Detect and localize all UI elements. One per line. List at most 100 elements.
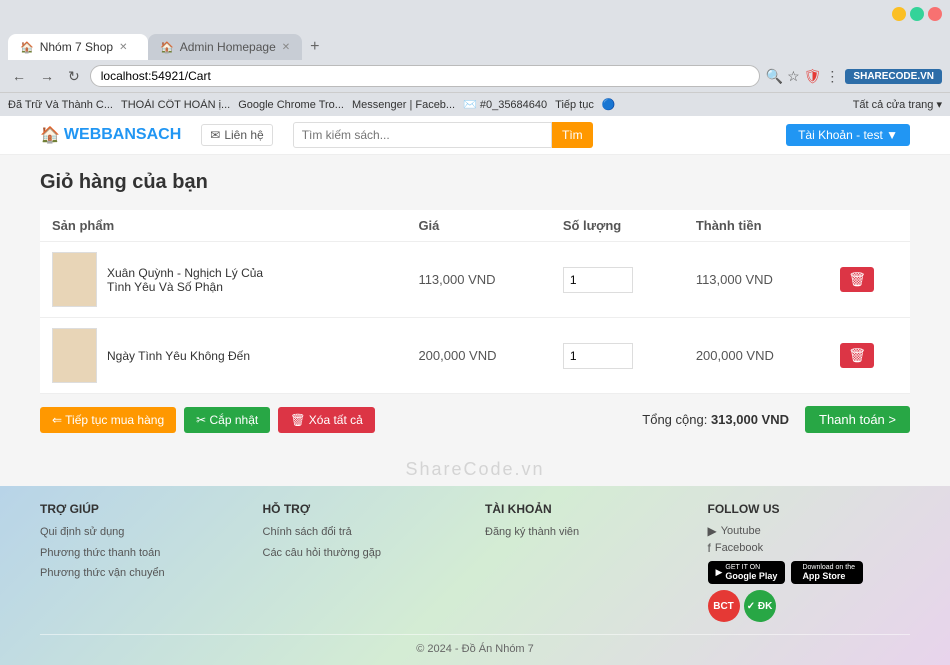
watermark: ShareCode.vn: [0, 453, 950, 486]
tab-1-icon: 🏠: [20, 41, 34, 54]
product-price-1: 113,000 VND: [406, 242, 550, 318]
youtube-link[interactable]: ▶ Youtube: [708, 524, 911, 538]
tab-2-icon: 🏠: [160, 41, 174, 54]
app-store-badge[interactable]: Download on the App Store: [791, 561, 863, 584]
footer-col-3-heading: TÀI KHOẢN: [485, 502, 688, 516]
bookmark-7[interactable]: 🔵: [602, 98, 616, 111]
bookmark-6[interactable]: Tiếp tục: [555, 99, 594, 111]
col-price: Giá: [406, 210, 550, 242]
app-badges: ▶ GET IT ON Google Play Download on the …: [708, 561, 911, 584]
address-input[interactable]: [90, 65, 760, 87]
tab-bar: 🏠 Nhóm 7 Shop ✕ 🏠 Admin Homepage ✕ +: [0, 28, 950, 60]
footer-col-4: FOLLOW US ▶ Youtube f Facebook ▶ GET IT …: [708, 502, 911, 622]
shield-icon: 🛡: [804, 68, 822, 85]
tab-1-label: Nhóm 7 Shop: [40, 40, 113, 54]
sharecode-logo: SHARECODE.VN: [845, 69, 942, 84]
cart-table: Sản phẩm Giá Số lượng Thành tiền Xuân Qu…: [40, 210, 910, 394]
facebook-link[interactable]: f Facebook: [708, 541, 911, 555]
bookmark-4[interactable]: Messenger | Faceb...: [352, 99, 455, 111]
all-tabs[interactable]: Tất cả cửa trang ▾: [853, 98, 942, 111]
product-image-2: [52, 328, 97, 383]
footer-col-1-heading: TRỢ GIÚP: [40, 502, 243, 516]
col-product: Sản phẩm: [40, 210, 406, 242]
checkout-button[interactable]: Thanh toán >: [805, 406, 910, 433]
cart-footer: ⇐ Tiếp tục mua hàng ✂ Cắp nhật 🗑 Xóa tất…: [40, 394, 910, 433]
minimize-button[interactable]: [892, 7, 906, 21]
star-icon: ☆: [787, 68, 800, 85]
footer-link-2-1[interactable]: Chính sách đổi trả: [263, 524, 466, 541]
footer-col-3: TÀI KHOẢN Đăng ký thành viên: [485, 502, 688, 622]
delete-item-2[interactable]: 🗑: [840, 343, 874, 368]
product-total-2: 200,000 VND: [684, 318, 828, 394]
footer-link-1-3[interactable]: Phương thức vận chuyển: [40, 565, 243, 582]
tab-2[interactable]: 🏠 Admin Homepage ✕: [148, 34, 302, 60]
bookmark-3[interactable]: Google Chrome Tro...: [238, 99, 344, 111]
qty-input-1[interactable]: [563, 267, 633, 293]
grand-total-value: 313,000 VND: [711, 412, 789, 427]
search-input[interactable]: [293, 122, 552, 148]
tab-2-label: Admin Homepage: [180, 40, 276, 54]
bookmark-2[interactable]: THOẢI CÔT HOÀN ị...: [121, 99, 230, 111]
lien-he-button[interactable]: ✉ Liên hệ: [201, 124, 272, 146]
tab-1[interactable]: 🏠 Nhóm 7 Shop ✕: [8, 34, 148, 60]
tab-2-close[interactable]: ✕: [282, 42, 290, 53]
window-controls: [892, 7, 942, 21]
website-content: 🏠 WEBBANSACH ✉ Liên hệ Tìm Tài Khoản - t…: [0, 116, 950, 665]
site-logo: 🏠 WEBBANSACH: [40, 125, 181, 145]
product-total-1: 113,000 VND: [684, 242, 828, 318]
envelope-icon: ✉: [210, 128, 220, 142]
search-bar: Tìm: [293, 122, 593, 148]
home-icon: 🏠: [40, 125, 60, 145]
cart-summary: Tổng cộng: 313,000 VND Thanh toán >: [642, 406, 910, 433]
footer-col-2: HỖ TRỢ Chính sách đổi trả Các câu hỏi th…: [263, 502, 466, 622]
facebook-icon: f: [708, 541, 711, 555]
qty-input-2[interactable]: [563, 343, 633, 369]
app-store-label: App Store: [802, 571, 855, 581]
verified-badge: ✓ ĐK: [744, 590, 776, 622]
continue-shopping-button[interactable]: ⇐ Tiếp tục mua hàng: [40, 407, 176, 433]
delete-cell-2: 🗑: [828, 318, 910, 394]
back-button[interactable]: ←: [8, 66, 30, 86]
cart-actions: ⇐ Tiếp tục mua hàng ✂ Cắp nhật 🗑 Xóa tất…: [40, 407, 375, 433]
site-header: 🏠 WEBBANSACH ✉ Liên hệ Tìm Tài Khoản - t…: [0, 116, 950, 155]
delete-cell-1: 🗑: [828, 242, 910, 318]
cart-row-2: Ngày Tình Yêu Không Đến 200,000 VND 200,…: [40, 318, 910, 394]
grand-total-label: Tổng cộng: 313,000 VND: [642, 412, 789, 427]
product-cell-1: Xuân Quỳnh - Nghịch Lý Của Tình Yêu Và S…: [40, 242, 406, 318]
forward-button[interactable]: →: [36, 66, 58, 86]
main-content: Giỏ hàng của bạn Sản phẩm Giá Số lượng T…: [0, 155, 950, 453]
google-play-icon: ▶: [716, 567, 723, 578]
youtube-icon: ▶: [708, 524, 717, 538]
search-button[interactable]: Tìm: [552, 122, 593, 148]
more-icon: ⋮: [825, 68, 839, 85]
footer-link-3-1[interactable]: Đăng ký thành viên: [485, 524, 688, 541]
close-button[interactable]: [928, 7, 942, 21]
maximize-button[interactable]: [910, 7, 924, 21]
delete-item-1[interactable]: 🗑: [840, 267, 874, 292]
update-cart-button[interactable]: ✂ Cắp nhật: [184, 407, 270, 433]
product-name-1: Xuân Quỳnh - Nghịch Lý Của Tình Yêu Và S…: [107, 266, 287, 294]
product-name-2: Ngày Tình Yêu Không Đến: [107, 349, 250, 363]
account-button[interactable]: Tài Khoản - test ▼: [786, 124, 910, 146]
product-qty-cell-2: [551, 318, 684, 394]
delete-all-button[interactable]: 🗑 Xóa tất cả: [278, 407, 375, 433]
bookmark-1[interactable]: Đã Trữ Và Thành C...: [8, 99, 113, 111]
footer-link-1-1[interactable]: Qui định sử dụng: [40, 524, 243, 541]
footer-link-2-2[interactable]: Các câu hỏi thường gặp: [263, 545, 466, 562]
col-action: [828, 210, 910, 242]
new-tab-button[interactable]: +: [302, 34, 327, 60]
cart-row-1: Xuân Quỳnh - Nghịch Lý Của Tình Yêu Và S…: [40, 242, 910, 318]
google-play-badge[interactable]: ▶ GET IT ON Google Play: [708, 561, 786, 584]
col-quantity: Số lượng: [551, 210, 684, 242]
bookmark-5[interactable]: ✉️ #0_35684640: [463, 98, 547, 111]
cart-title: Giỏ hàng của bạn: [40, 171, 910, 194]
address-bar: ← → ↻ 🔍 ☆ 🛡 ⋮ SHARECODE.VN: [0, 60, 950, 92]
footer-col-4-heading: FOLLOW US: [708, 502, 911, 516]
col-total: Thành tiền: [684, 210, 828, 242]
footer-link-1-2[interactable]: Phương thức thanh toán: [40, 545, 243, 562]
search-icon: 🔍: [766, 68, 783, 85]
refresh-button[interactable]: ↻: [64, 66, 84, 87]
certified-badges: BCT ✓ ĐK: [708, 590, 911, 622]
footer-grid: TRỢ GIÚP Qui định sử dụng Phương thức th…: [40, 502, 910, 622]
tab-1-close[interactable]: ✕: [119, 42, 127, 53]
